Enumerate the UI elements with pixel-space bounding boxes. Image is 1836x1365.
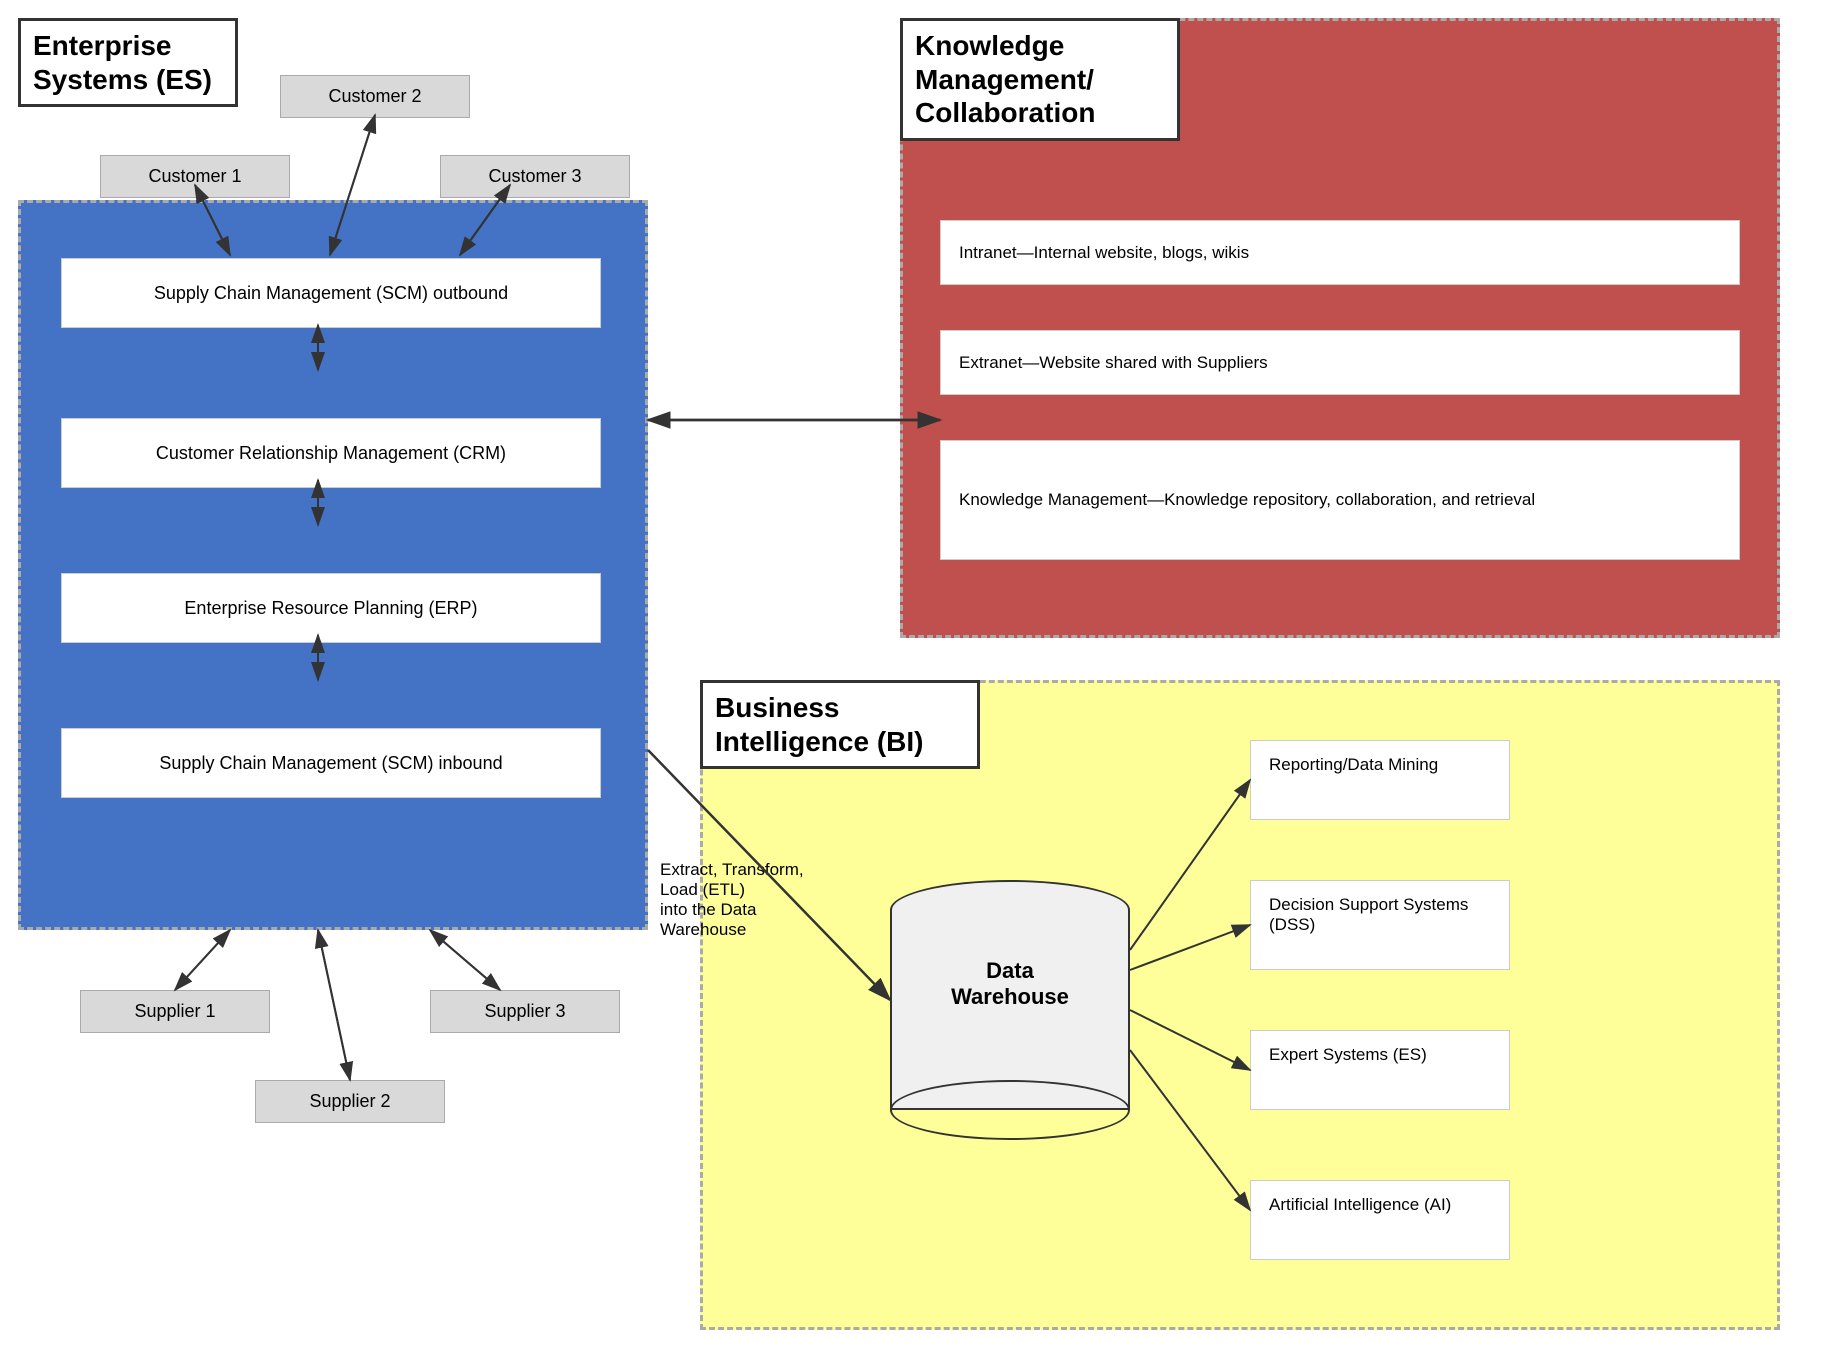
customer3-box: Customer 3	[440, 155, 630, 198]
bi-ai: Artificial Intelligence (AI)	[1250, 1180, 1510, 1260]
km-label: Knowledge Management/ Collaboration	[900, 18, 1180, 141]
bi-title: Business Intelligence (BI)	[715, 691, 965, 758]
km-intranet: Intranet—Internal website, blogs, wikis	[940, 220, 1740, 285]
dw-bottom-ellipse	[890, 1080, 1130, 1140]
customer1-box: Customer 1	[100, 155, 290, 198]
km-extranet: Extranet—Website shared with Suppliers	[940, 330, 1740, 395]
dw-label: Data Warehouse	[910, 958, 1110, 1010]
km-knowledge: Knowledge Management—Knowledge repositor…	[940, 440, 1740, 560]
bi-area	[700, 680, 1780, 1330]
customer2-box: Customer 2	[280, 75, 470, 118]
bi-dss: Decision Support Systems (DSS)	[1250, 880, 1510, 970]
bi-expert: Expert Systems (ES)	[1250, 1030, 1510, 1110]
km-title: Knowledge Management/ Collaboration	[915, 29, 1165, 130]
crm-box: Customer Relationship Management (CRM)	[61, 418, 601, 488]
es-label: Enterprise Systems (ES)	[18, 18, 238, 107]
es-area: Supply Chain Management (SCM) outbound C…	[18, 200, 648, 930]
diagram-container: Supply Chain Management (SCM) outbound C…	[0, 0, 1836, 1365]
scm-outbound-box: Supply Chain Management (SCM) outbound	[61, 258, 601, 328]
data-warehouse-cylinder: Data Warehouse	[890, 880, 1130, 1140]
bi-label: Business Intelligence (BI)	[700, 680, 980, 769]
etl-label: Extract, Transform, Load (ETL) into the …	[660, 860, 860, 940]
data-warehouse-container: Data Warehouse	[890, 880, 1130, 1140]
bi-reporting: Reporting/Data Mining	[1250, 740, 1510, 820]
supplier2-box: Supplier 2	[255, 1080, 445, 1123]
es-title: Enterprise Systems (ES)	[33, 29, 223, 96]
supplier3-box: Supplier 3	[430, 990, 620, 1033]
supplier1-box: Supplier 1	[80, 990, 270, 1033]
erp-box: Enterprise Resource Planning (ERP)	[61, 573, 601, 643]
scm-inbound-box: Supply Chain Management (SCM) inbound	[61, 728, 601, 798]
